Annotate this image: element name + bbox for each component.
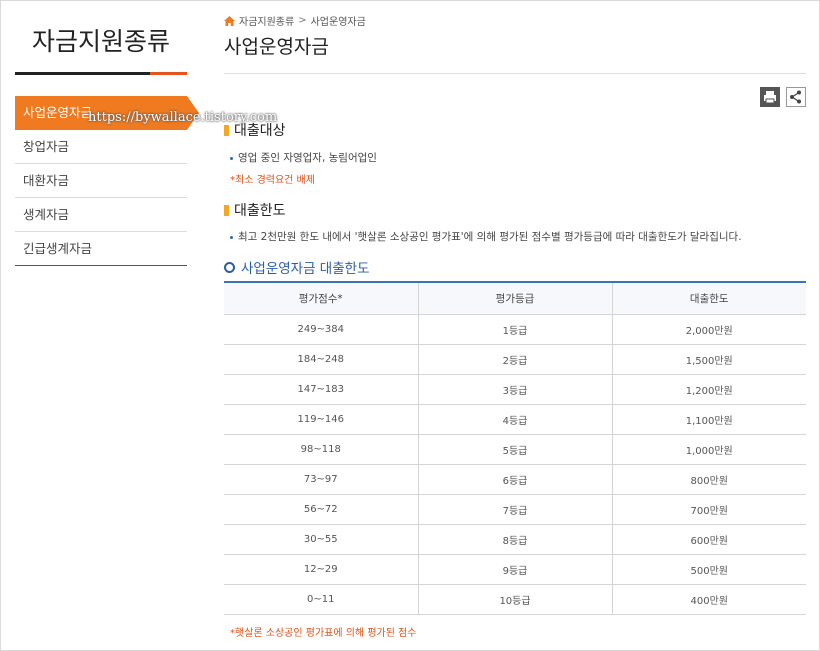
score-cell: 147~183 <box>224 374 418 405</box>
bullet-dot-icon <box>230 156 233 160</box>
grade-cell: 7등급 <box>417 494 612 525</box>
share-button[interactable] <box>786 87 806 107</box>
circle-bullet-icon <box>224 261 235 273</box>
table-row: 56~72 7등급 700만원 <box>224 494 806 525</box>
grade-cell: 4등급 <box>417 404 612 435</box>
table-row: 12~29 9등급 500만원 <box>224 554 806 585</box>
share-icon <box>790 90 801 104</box>
print-button[interactable] <box>760 87 780 107</box>
score-cell: 0~11 <box>224 584 418 615</box>
limit-cell: 2,000만원 <box>611 314 806 345</box>
limit-cell: 1,200만원 <box>611 374 806 405</box>
target-bullet-text: 영업 중인 자영업자, 농림어업인 <box>238 152 377 164</box>
limit-cell: 1,100만원 <box>611 404 806 435</box>
loan-limit-table: 평가점수* 평가등급 대출한도 249~384 1등급 2,000만원 184~24… <box>224 281 806 615</box>
table-caption-text: 사업운영자금 대출한도 <box>241 261 370 277</box>
breadcrumb: 자금지원종류 > 사업운영자금 <box>224 13 366 28</box>
score-cell: 249~384 <box>224 314 418 345</box>
column-header-grade: 평가등급 <box>417 281 612 315</box>
table-footnote: *햇살론 소상공인 평가표에 의해 평가된 점수 <box>230 628 417 639</box>
limit-cell: 700만원 <box>611 494 806 525</box>
target-note: *최소 경력요건 배제 <box>230 175 315 186</box>
grade-cell: 8등급 <box>417 524 612 555</box>
heading-bar-icon <box>224 204 229 216</box>
table-row: 119~146 4등급 1,100만원 <box>224 404 806 435</box>
table-row: 30~55 8등급 600만원 <box>224 524 806 555</box>
score-cell: 56~72 <box>224 494 418 525</box>
grade-cell: 2등급 <box>417 344 612 375</box>
limit-cell: 600만원 <box>611 524 806 555</box>
score-cell: 119~146 <box>224 404 418 435</box>
grade-cell: 1등급 <box>417 314 612 345</box>
limit-cell: 1,500만원 <box>611 344 806 375</box>
limit-bullet: 최고 2천만원 한도 내에서 '햇살론 소상공인 평가표'에 의해 평가된 점수… <box>230 229 742 244</box>
grade-cell: 3등급 <box>417 374 612 405</box>
bullet-dot-icon <box>230 235 233 239</box>
section-heading-text: 대출대상 <box>234 123 286 139</box>
table-row: 184~248 2등급 1,500만원 <box>224 344 806 375</box>
home-icon[interactable] <box>224 15 235 26</box>
table-row: 0~11 10등급 400만원 <box>224 584 806 615</box>
print-icon <box>764 91 776 104</box>
section-heading-target: 대출대상 <box>224 120 286 140</box>
limit-bullet-text: 최고 2천만원 한도 내에서 '햇살론 소상공인 평가표'에 의해 평가된 점수… <box>238 231 742 243</box>
column-header-score: 평가점수* <box>224 281 418 315</box>
table-caption: 사업운영자금 대출한도 <box>224 257 370 277</box>
grade-cell: 9등급 <box>417 554 612 585</box>
target-bullet: 영업 중인 자영업자, 농림어업인 <box>230 150 377 165</box>
section-heading-text: 대출한도 <box>234 203 286 219</box>
table-row: 249~384 1등급 2,000만원 <box>224 314 806 345</box>
limit-cell: 1,000만원 <box>611 434 806 465</box>
limit-cell: 800만원 <box>611 464 806 495</box>
sidebar-item-living[interactable]: 생계자금 <box>15 198 187 232</box>
limit-cell: 400만원 <box>611 584 806 615</box>
grade-cell: 10등급 <box>417 584 612 615</box>
sidebar-item-refinance[interactable]: 대환자금 <box>15 164 187 198</box>
sidebar-item-emergency-living[interactable]: 긴급생계자금 <box>15 232 187 266</box>
score-cell: 73~97 <box>224 464 418 495</box>
breadcrumb-item[interactable]: 자금지원종류 <box>239 13 294 28</box>
score-cell: 12~29 <box>224 554 418 585</box>
score-cell: 184~248 <box>224 344 418 375</box>
grade-cell: 5등급 <box>417 434 612 465</box>
breadcrumb-separator: > <box>298 15 307 26</box>
limit-cell: 500만원 <box>611 554 806 585</box>
score-cell: 30~55 <box>224 524 418 555</box>
sidebar-item-startup[interactable]: 창업자금 <box>15 130 187 164</box>
table-row: 147~183 3등급 1,200만원 <box>224 374 806 405</box>
sidebar-title-rule-accent <box>150 72 187 75</box>
breadcrumb-item-current: 사업운영자금 <box>310 17 366 28</box>
page-title: 사업운영자금 <box>224 36 329 58</box>
grade-cell: 6등급 <box>417 464 612 495</box>
section-heading-limit: 대출한도 <box>224 200 286 220</box>
sidebar-title: 자금지원종류 <box>31 27 170 56</box>
score-cell: 98~118 <box>224 434 418 465</box>
heading-bar-icon <box>224 124 229 136</box>
column-header-limit: 대출한도 <box>611 281 806 315</box>
header-divider <box>224 73 806 74</box>
table-row: 98~118 5등급 1,000만원 <box>224 434 806 465</box>
table-header-row: 평가점수* 평가등급 대출한도 <box>224 281 806 315</box>
table-row: 73~97 6등급 800만원 <box>224 464 806 495</box>
